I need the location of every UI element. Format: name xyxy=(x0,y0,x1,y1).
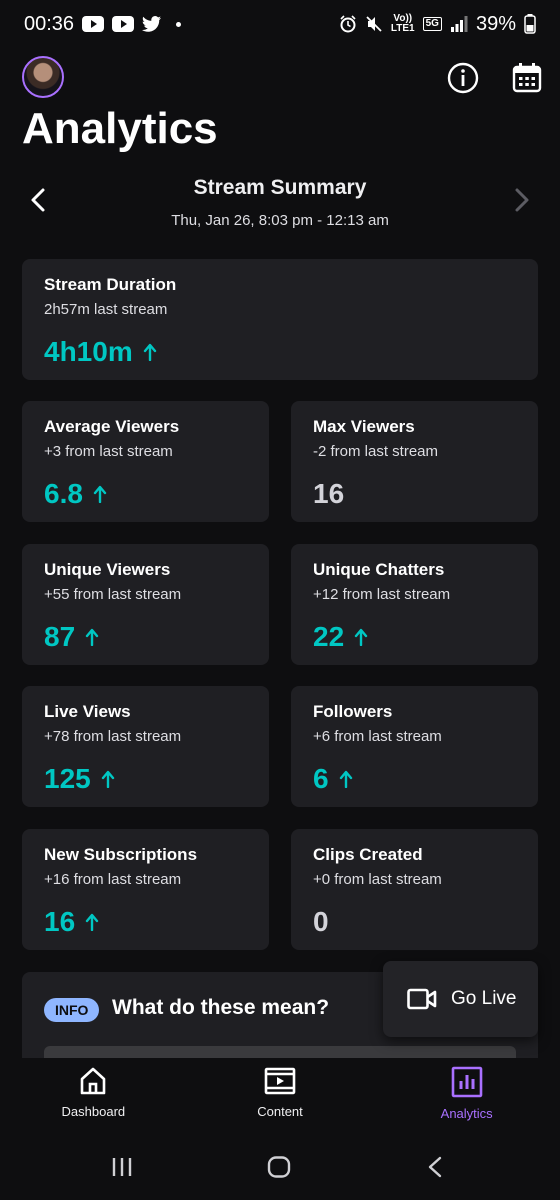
stat-card-live-views[interactable]: Live Views +78 from last stream 125 xyxy=(22,686,269,807)
mute-icon xyxy=(365,15,383,33)
stat-value: 22 xyxy=(313,621,345,652)
home-icon xyxy=(81,1067,106,1095)
go-live-button[interactable]: Go Live xyxy=(383,961,538,1037)
nav-label-dashboard: Dashboard xyxy=(61,1104,126,1119)
arrow-up-icon xyxy=(339,770,352,788)
youtube-icon xyxy=(112,16,135,32)
info-icon[interactable] xyxy=(446,61,480,95)
recent-apps-icon[interactable] xyxy=(111,1156,133,1183)
info-badge: INFO xyxy=(44,998,100,1022)
network-5g-label: 5G xyxy=(422,17,442,31)
notification-dot-icon xyxy=(176,21,182,27)
stat-value: 87 xyxy=(44,621,76,652)
stat-title: Max Viewers xyxy=(313,417,415,436)
stat-card-followers[interactable]: Followers +6 from last stream 6 xyxy=(291,686,538,807)
stat-card-new-subscriptions[interactable]: New Subscriptions +16 from last stream 1… xyxy=(22,829,269,950)
network-lte-label: LTE1 xyxy=(390,23,415,34)
stat-title: Followers xyxy=(313,702,393,721)
top-bar xyxy=(22,56,544,100)
stat-value: 0 xyxy=(313,906,329,937)
stat-value: 125 xyxy=(44,763,91,794)
stat-value: 4h10m xyxy=(44,336,133,367)
nav-label-content: Content xyxy=(257,1104,303,1119)
stat-comparison: +78 from last stream xyxy=(44,728,182,745)
signal-icon xyxy=(450,16,468,32)
stat-value: 16 xyxy=(313,478,345,509)
stat-card-max-viewers[interactable]: Max Viewers -2 from last stream 16 xyxy=(291,401,538,522)
back-icon[interactable] xyxy=(427,1156,443,1183)
stat-comparison: -2 from last stream xyxy=(313,443,439,460)
youtube-icon xyxy=(82,16,105,32)
twitter-icon xyxy=(142,16,162,32)
video-camera-icon xyxy=(407,988,437,1010)
bottom-navigation: Dashboard Content Analytics xyxy=(0,1058,560,1140)
stat-title: Unique Viewers xyxy=(44,560,171,579)
arrow-up-icon xyxy=(354,628,368,646)
stat-comparison: +12 from last stream xyxy=(313,586,451,603)
arrow-up-icon xyxy=(85,628,99,646)
stat-comparison: +6 from last stream xyxy=(313,728,442,745)
home-button-icon[interactable] xyxy=(267,1156,291,1183)
stat-value: 6 xyxy=(313,763,329,794)
stat-value: 16 xyxy=(44,906,76,937)
system-navigation-bar xyxy=(0,1140,560,1200)
analytics-chart-icon xyxy=(451,1066,482,1098)
stat-card-unique-chatters[interactable]: Unique Chatters +12 from last stream 22 xyxy=(291,544,538,665)
avatar[interactable] xyxy=(22,56,64,98)
stat-title: Unique Chatters xyxy=(313,560,445,579)
stat-card-unique-viewers[interactable]: Unique Viewers +55 from last stream 87 xyxy=(22,544,269,665)
battery-percent: 39% xyxy=(475,12,516,35)
stat-comparison: +16 from last stream xyxy=(44,871,182,888)
stat-card-average-viewers[interactable]: Average Viewers +3 from last stream 6.8 xyxy=(22,401,269,522)
nav-item-content[interactable]: Content xyxy=(187,1058,374,1140)
stat-title: Live Views xyxy=(44,702,131,721)
battery-icon xyxy=(524,14,536,34)
stat-comparison: +3 from last stream xyxy=(44,443,173,460)
stat-card-stream-duration[interactable]: Stream Duration 2h57m last stream 4h10m xyxy=(22,259,538,380)
go-live-label: Go Live xyxy=(451,988,517,1009)
stat-card-clips-created[interactable]: Clips Created +0 from last stream 0 xyxy=(291,829,538,950)
stat-title: Average Viewers xyxy=(44,417,180,436)
nav-item-analytics[interactable]: Analytics xyxy=(373,1058,560,1140)
stat-title: New Subscriptions xyxy=(44,845,198,864)
status-time: 00:36 xyxy=(24,12,75,35)
stat-title: Stream Duration xyxy=(44,275,177,294)
arrow-up-icon xyxy=(143,343,156,361)
stat-title: Clips Created xyxy=(313,845,423,864)
stat-comparison: +55 from last stream xyxy=(44,586,182,603)
summary-date-range: Thu, Jan 26, 8:03 pm - 12:13 am xyxy=(171,212,389,229)
arrow-up-icon xyxy=(85,913,99,931)
content-video-icon xyxy=(264,1067,296,1095)
summary-title: Stream Summary xyxy=(193,176,367,199)
stream-summary-header: Stream Summary Thu, Jan 26, 8:03 pm - 12… xyxy=(0,170,560,240)
stat-comparison: 2h57m last stream xyxy=(44,301,168,318)
alarm-icon xyxy=(339,15,357,33)
info-section-title: What do these mean? xyxy=(112,996,330,1019)
arrow-up-icon xyxy=(101,770,114,788)
calendar-icon[interactable] xyxy=(510,61,544,95)
stat-value: 6.8 xyxy=(44,478,83,509)
nav-item-dashboard[interactable]: Dashboard xyxy=(0,1058,187,1140)
nav-label-analytics: Analytics xyxy=(440,1106,493,1121)
page-title: Analytics xyxy=(22,104,218,153)
next-stream-button[interactable] xyxy=(510,186,534,214)
status-bar: 00:36 Vo)) LTE1 5G 39% xyxy=(0,0,560,48)
stat-comparison: +0 from last stream xyxy=(313,871,442,888)
arrow-up-icon xyxy=(93,485,107,503)
